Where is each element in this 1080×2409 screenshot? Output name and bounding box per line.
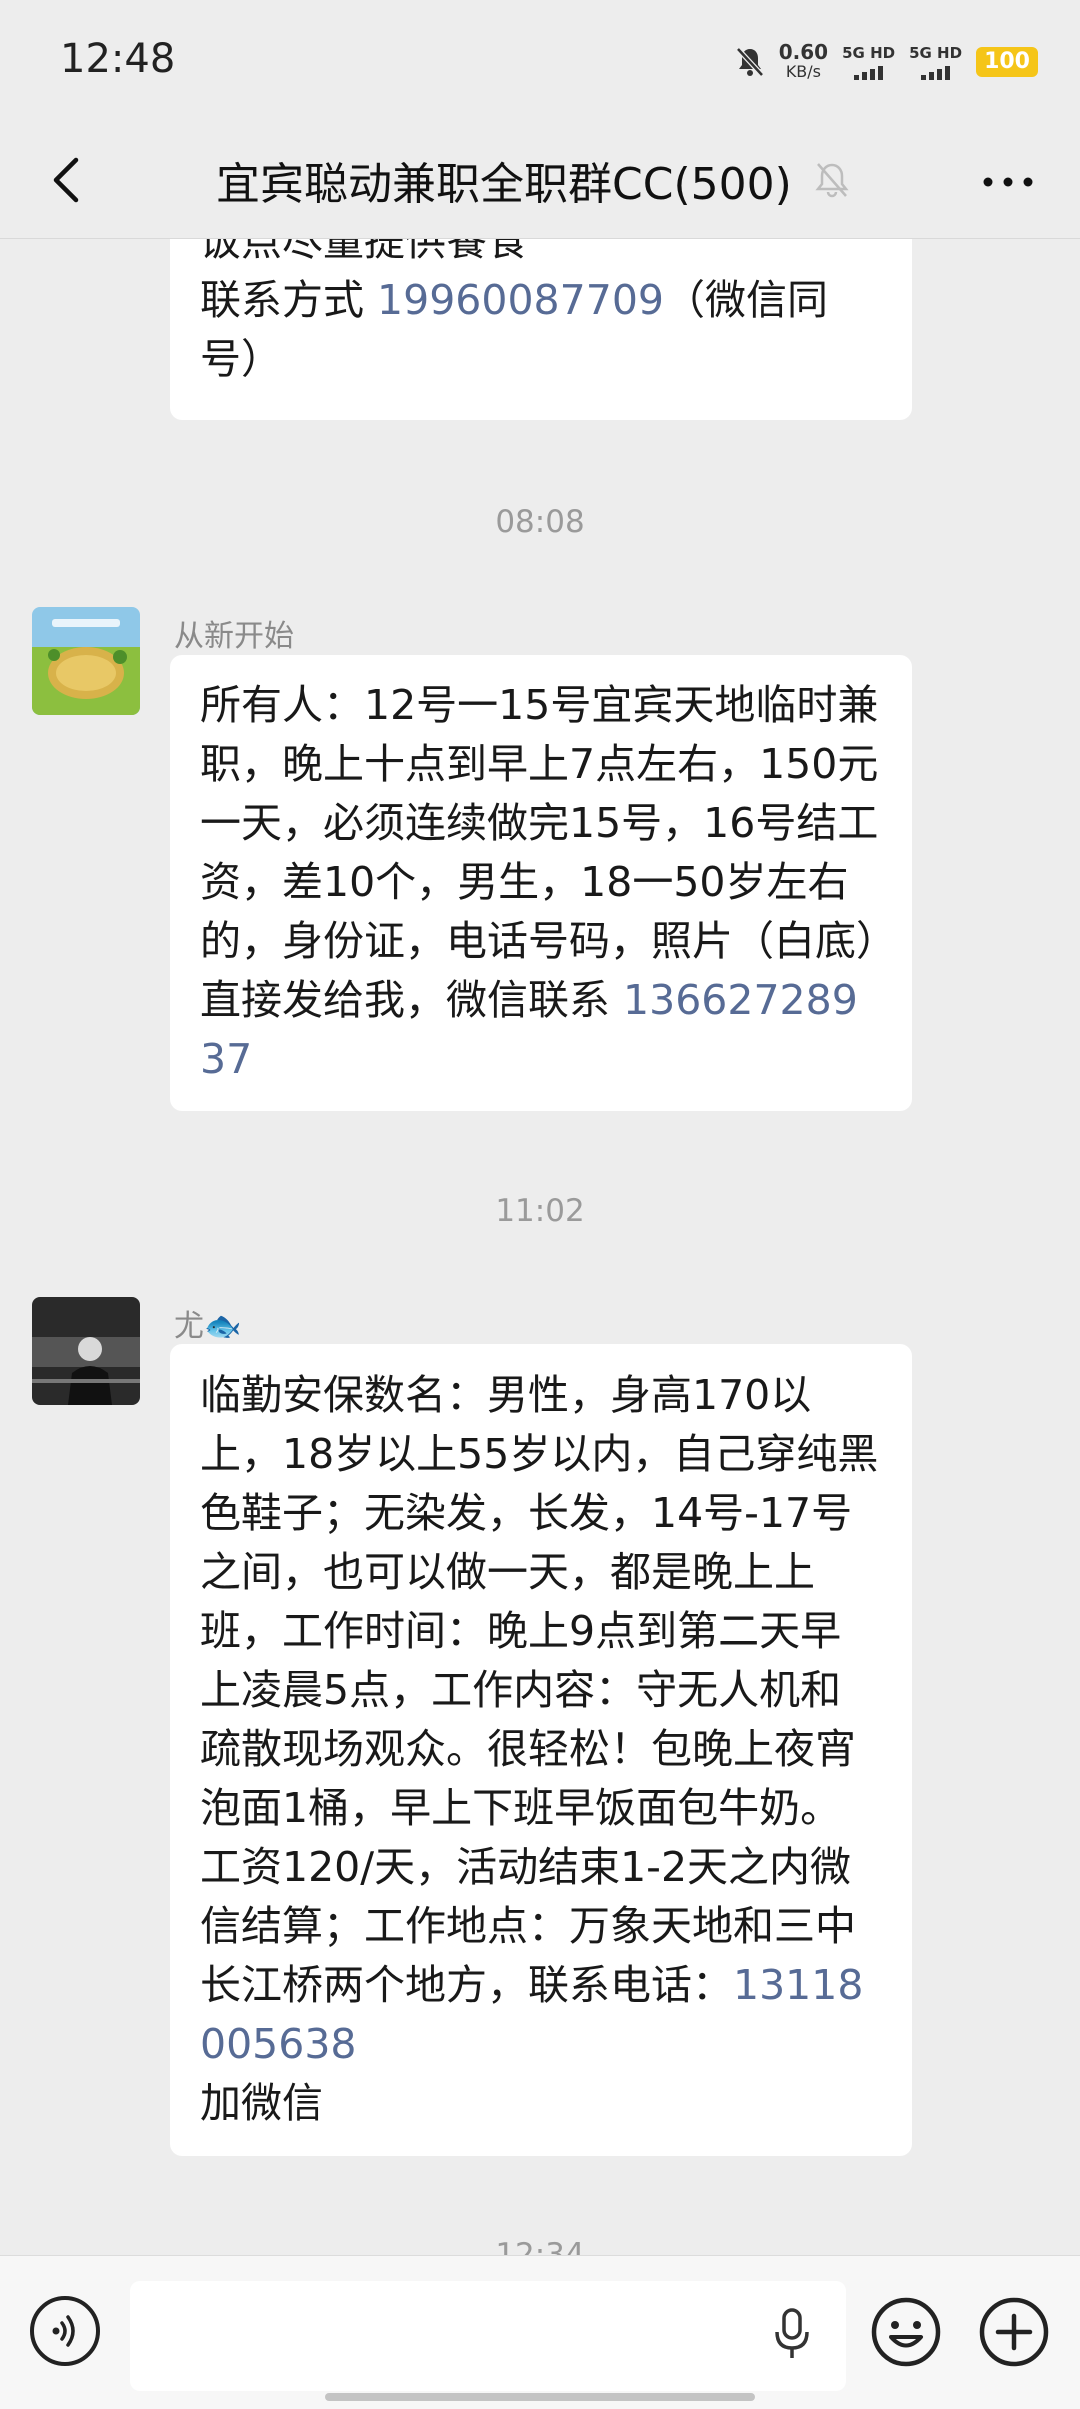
message-text: 联系方式 19960087709（微信同号） <box>200 276 828 383</box>
message-input[interactable] <box>130 2281 846 2391</box>
message-text: 临勤安保数名：男性，身高170以上，18岁以上55岁以内，自己穿纯黑色鞋子；无染… <box>200 1371 879 2009</box>
voice-icon <box>52 2315 75 2347</box>
home-indicator[interactable] <box>325 2393 755 2401</box>
signal-bars-icon <box>921 64 951 80</box>
sender-name: 从新开始 <box>174 619 294 654</box>
timestamp: 08:08 <box>495 504 585 540</box>
message-list[interactable]: 饭点尽量提供餐食 联系方式 19960087709（微信同号） 08:08 从新… <box>0 239 1080 2255</box>
message-text: 所有人：12号一15号宜宾天地临时兼职，晚上十点到早上7点左右，150元一天，必… <box>200 681 879 1024</box>
input-bar <box>0 2255 1080 2409</box>
status-time: 12:48 <box>60 36 176 82</box>
status-bar: 12:48 0.60 KB/s 5G HD 5G HD 100 <box>0 0 1080 128</box>
signal-sim1: 5G HD <box>842 45 895 80</box>
chat-title[interactable]: 宜宾聪动兼职全职群CC(500) <box>216 148 792 212</box>
mute-icon <box>815 163 849 198</box>
mic-icon[interactable] <box>770 2306 814 2362</box>
message-bubble[interactable]: 临勤安保数名：男性，身高170以上，18岁以上55岁以内，自己穿纯黑色鞋子；无染… <box>170 1344 912 2156</box>
timestamp: 12:34 <box>495 2237 585 2255</box>
avatar[interactable] <box>32 1297 140 1405</box>
phone-link[interactable]: 19960087709 <box>377 276 664 324</box>
voice-toggle-button[interactable] <box>30 2296 100 2366</box>
message-text: 饭点尽量提供餐食 <box>200 239 528 265</box>
avatar[interactable] <box>32 607 140 715</box>
signal-sim2: 5G HD <box>909 45 962 80</box>
chat-header: 宜宾聪动兼职全职群CC(500) <box>0 128 1080 239</box>
status-indicators: 0.60 KB/s 5G HD 5G HD 100 <box>735 42 1038 82</box>
message-bubble[interactable]: 饭点尽量提供餐食 联系方式 19960087709（微信同号） <box>170 239 912 420</box>
message-bubble[interactable]: 所有人：12号一15号宜宾天地临时兼职，晚上十点到早上7点左右，150元一天，必… <box>170 655 912 1111</box>
sender-name: 尤🐟 <box>174 1309 242 1344</box>
avatar-image <box>32 1297 140 1405</box>
avatar-image <box>32 607 140 715</box>
timestamp: 11:02 <box>495 1193 585 1229</box>
message-text: 加微信 <box>200 2079 323 2127</box>
back-icon[interactable] <box>38 150 98 210</box>
more-icon[interactable] <box>978 162 1038 202</box>
net-speed: 0.60 KB/s <box>778 40 829 81</box>
mute-bell-icon <box>735 47 764 77</box>
emoji-icon[interactable] <box>870 2296 942 2368</box>
battery-indicator: 100 <box>976 47 1038 77</box>
signal-bars-icon <box>854 64 884 80</box>
title-group: 宜宾聪动兼职全职群CC(500) <box>216 148 854 212</box>
plus-icon[interactable] <box>978 2296 1050 2368</box>
